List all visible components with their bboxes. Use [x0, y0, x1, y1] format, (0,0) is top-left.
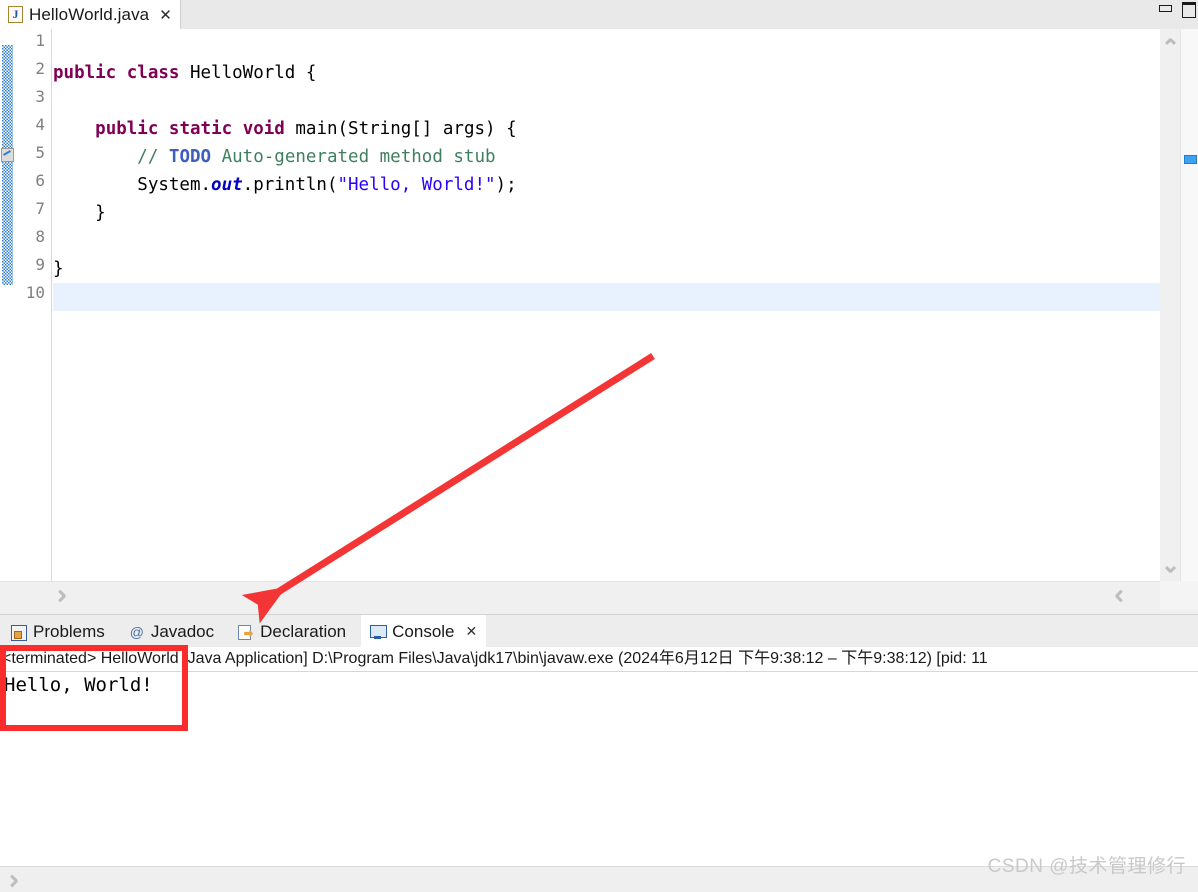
bottom-view-tab-bar: Problems @ Javadoc Declaration Console ✕ — [0, 614, 1198, 648]
code-token: class — [126, 63, 180, 83]
close-icon[interactable]: ✕ — [466, 623, 478, 640]
change-ruler — [0, 29, 14, 581]
problems-icon — [11, 624, 27, 641]
line-number: 8 — [35, 227, 45, 246]
javadoc-icon: @ — [129, 623, 144, 640]
code-token: // — [137, 147, 169, 167]
code-token: public — [95, 119, 159, 139]
line-number: 7 — [35, 199, 45, 218]
code-token: .println( — [242, 175, 338, 195]
code-line[interactable]: } — [53, 255, 1160, 283]
view-tab-label: Declaration — [260, 621, 347, 641]
code-editor[interactable]: 1 2 3 4 5 6 7 8 9 10 public class HelloWorld { pu… — [0, 29, 1198, 581]
scroll-up-button[interactable] — [1160, 29, 1180, 51]
code-token: } — [53, 203, 106, 223]
minimize-button[interactable] — [1158, 2, 1172, 14]
overview-marker[interactable] — [1184, 155, 1197, 164]
code-token: public — [53, 63, 117, 83]
code-token: ); — [495, 175, 517, 195]
maximize-button[interactable] — [1181, 2, 1196, 18]
editor-tab-label: HelloWorld.java — [29, 4, 150, 24]
code-line[interactable] — [53, 227, 1160, 255]
scroll-left-button[interactable] — [50, 582, 76, 610]
code-token: void — [242, 119, 285, 139]
code-token: "Hello, World!" — [337, 175, 496, 195]
line-number: 9 — [35, 255, 45, 274]
editor-horizontal-scrollbar[interactable] — [0, 581, 1160, 609]
code-line[interactable] — [53, 283, 1160, 311]
code-token: out — [211, 175, 243, 195]
changed-lines-marker — [2, 45, 13, 285]
watermark: CSDN @技术管理修行 — [987, 856, 1186, 877]
code-token: main(String[] args) { — [284, 119, 517, 139]
scrollbar-corner — [1160, 581, 1198, 609]
line-number: 10 — [25, 283, 45, 302]
editor-tab-helloworld-java[interactable]: J HelloWorld.java ✕ — [0, 0, 181, 29]
code-line[interactable] — [53, 87, 1160, 115]
source-code-area[interactable]: public class HelloWorld { public static … — [53, 29, 1160, 581]
code-token: HelloWorld { — [179, 63, 317, 83]
line-number: 6 — [35, 171, 45, 190]
line-number: 4 — [35, 115, 45, 134]
scroll-down-button[interactable] — [1160, 559, 1180, 581]
view-tab-javadoc[interactable]: @ Javadoc — [120, 615, 223, 648]
code-line[interactable] — [53, 31, 1160, 59]
code-line[interactable]: public static void main(String[] args) { — [53, 115, 1160, 143]
view-tab-label: Console — [392, 621, 455, 641]
view-tab-label: Javadoc — [150, 621, 215, 641]
code-line[interactable]: System.out.println("Hello, World!"); — [53, 171, 1160, 199]
line-number: 3 — [35, 87, 45, 106]
scroll-right-button[interactable] — [1106, 582, 1132, 610]
line-number-gutter: 1 2 3 4 5 6 7 8 9 10 — [14, 29, 64, 581]
console-icon — [370, 624, 388, 640]
view-tab-problems[interactable]: Problems — [2, 615, 114, 648]
editor-tab-bar: J HelloWorld.java ✕ — [0, 0, 1198, 29]
declaration-icon — [238, 624, 254, 640]
java-file-icon: J — [8, 6, 23, 23]
code-token: } — [53, 259, 64, 279]
code-token: Auto-generated method stub — [211, 147, 496, 167]
line-number: 1 — [35, 31, 45, 50]
console-output: Hello, World! — [4, 674, 153, 696]
code-line[interactable]: } — [53, 199, 1160, 227]
console-scroll-left-button[interactable] — [2, 867, 28, 892]
console-status-line: <terminated> HelloWorld [Java Applicatio… — [0, 647, 1198, 672]
code-token: TODO — [168, 147, 212, 167]
code-token: static — [168, 119, 233, 139]
close-icon[interactable]: ✕ — [159, 6, 172, 24]
code-line[interactable]: // TODO Auto-generated method stub — [53, 143, 1160, 171]
view-tab-label: Problems — [33, 621, 105, 641]
line-number: 2 — [35, 59, 45, 78]
view-tab-console[interactable]: Console ✕ — [361, 615, 487, 648]
eclipse-window: J HelloWorld.java ✕ 1 2 3 4 5 6 7 8 9 10 public c… — [0, 0, 1198, 892]
line-number: 5 — [35, 143, 45, 162]
window-controls — [1158, 2, 1196, 18]
editor-vertical-scrollbar[interactable] — [1160, 29, 1180, 581]
view-tab-declaration[interactable]: Declaration — [229, 615, 355, 648]
code-token: System. — [53, 175, 212, 195]
code-line[interactable]: public class HelloWorld { — [53, 59, 1160, 87]
overview-ruler[interactable] — [1180, 29, 1198, 581]
